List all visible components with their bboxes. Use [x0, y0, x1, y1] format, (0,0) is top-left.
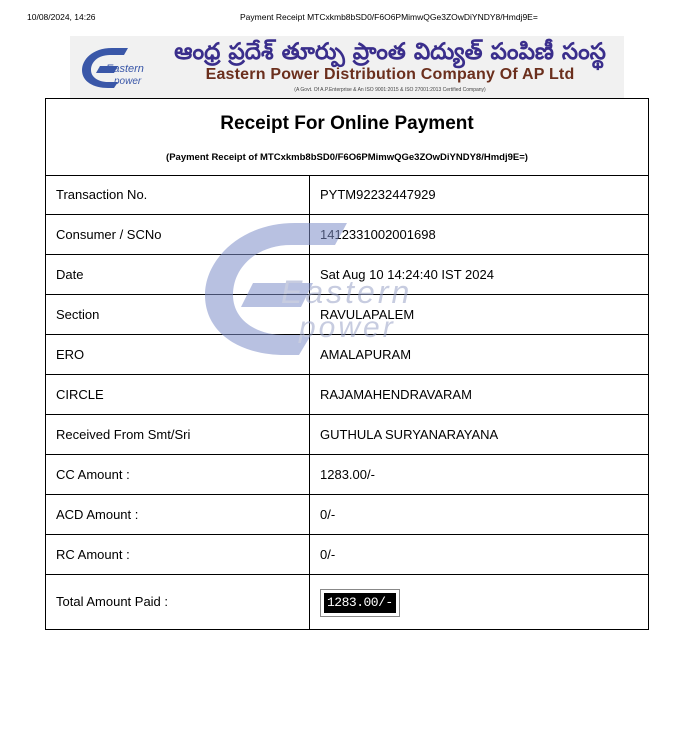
row-value: 0/-	[320, 547, 336, 562]
table-row: ERO AMALAPURAM	[46, 335, 648, 375]
receipt-header: Receipt For Online Payment (Payment Rece…	[46, 99, 648, 176]
table-row: ACD Amount : 0/-	[46, 495, 648, 535]
row-value: Sat Aug 10 14:24:40 IST 2024	[320, 267, 494, 282]
row-label: CC Amount :	[56, 467, 130, 482]
row-label: Section	[56, 307, 100, 322]
row-value: 0/-	[320, 507, 336, 522]
total-amount: 1283.00/-	[324, 592, 396, 613]
table-row: Transaction No. PYTM92232447929	[46, 175, 648, 215]
company-banner: Eastern power ఆంధ్ర ప్రదేశ్ తూర్పు ప్రాం…	[70, 36, 624, 98]
receipt-subtitle: (Payment Receipt of MTCxkmb8bSD0/F6O6PMi…	[166, 152, 528, 163]
row-label: Consumer / SCNo	[56, 227, 162, 242]
receipt-rows: Transaction No. PYTM92232447929 Consumer…	[46, 175, 648, 629]
table-row: Received From Smt/Sri GUTHULA SURYANARAY…	[46, 415, 648, 455]
receipt-table: Receipt For Online Payment (Payment Rece…	[45, 98, 649, 630]
row-value: 1283.00/-	[320, 467, 375, 482]
company-name-english: Eastern Power Distribution Company Of AP…	[205, 66, 575, 83]
row-label: RC Amount :	[56, 547, 130, 562]
print-header: 10/08/2024, 14:26 Payment Receipt MTCxkm…	[0, 12, 687, 26]
table-row-total: Total Amount Paid : 1283.00/-	[46, 575, 648, 629]
company-certification: (A Govt. Of A.P.Enterprise & An ISO 9001…	[294, 87, 486, 93]
logo-text-power: power	[113, 76, 142, 87]
row-label: ACD Amount :	[56, 507, 139, 522]
row-value: AMALAPURAM	[320, 347, 412, 362]
receipt-page: 10/08/2024, 14:26 Payment Receipt MTCxkm…	[0, 0, 687, 732]
total-value-cell: 1283.00/-	[320, 575, 400, 629]
logo-text-eastern: Eastern	[106, 63, 144, 75]
print-datetime: 10/08/2024, 14:26	[27, 12, 96, 22]
row-label: Date	[56, 267, 84, 282]
row-label: ERO	[56, 347, 85, 362]
table-row: Consumer / SCNo 1412331002001698	[46, 215, 648, 255]
row-label: Received From Smt/Sri	[56, 427, 191, 442]
table-row: CC Amount : 1283.00/-	[46, 455, 648, 495]
table-row: Date Sat Aug 10 14:24:40 IST 2024	[46, 255, 648, 295]
total-amount-box: 1283.00/-	[320, 588, 400, 617]
column-divider	[309, 175, 310, 629]
row-value: RAJAMAHENDRAVARAM	[320, 387, 472, 402]
print-title: Payment Receipt MTCxkmb8bSD0/F6O6PMimwQG…	[240, 12, 538, 22]
row-label: CIRCLE	[56, 387, 104, 402]
row-value: RAVULAPALEM	[320, 307, 415, 322]
total-label: Total Amount Paid :	[56, 594, 169, 609]
row-value: PYTM92232447929	[320, 187, 436, 202]
company-name-telugu: ఆంధ్ర ప్రదేశ్ తూర్పు ప్రాంత విద్యుత్ పంప…	[174, 39, 606, 65]
table-row: RC Amount : 0/-	[46, 535, 648, 575]
table-row: Section RAVULAPALEM	[46, 295, 648, 335]
row-value: GUTHULA SURYANARAYANA	[320, 427, 499, 442]
receipt-title: Receipt For Online Payment	[220, 113, 474, 134]
row-label: Transaction No.	[56, 187, 148, 202]
table-row: CIRCLE RAJAMAHENDRAVARAM	[46, 375, 648, 415]
company-logo-icon: Eastern power	[82, 48, 144, 88]
row-value: 1412331002001698	[320, 227, 436, 242]
